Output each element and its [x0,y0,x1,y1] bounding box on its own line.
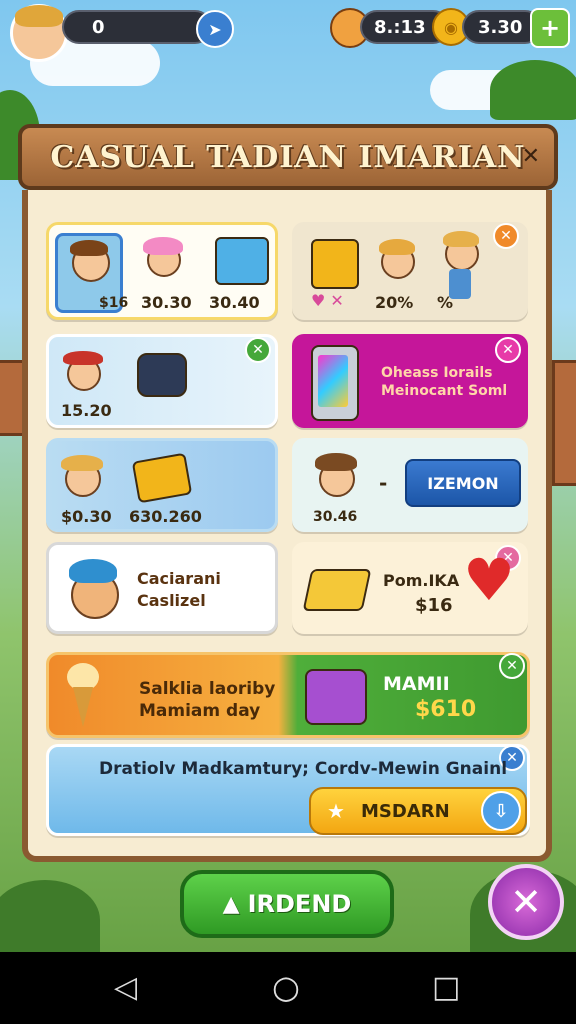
plus-icon: + [539,14,561,42]
nav-home-icon[interactable]: ○ [272,968,300,1006]
offer-label: $0.30 [61,507,112,526]
main-action-button[interactable]: ▲ IRDEND [180,870,394,938]
separator-dash: - [379,471,388,495]
character-hair [443,231,479,247]
android-nav-bar: ◁ ○ □ [0,952,576,1024]
offer-card-gold-box[interactable]: $0.30 630.260 [46,438,278,532]
arrow-down-icon: ⇩ [481,791,521,831]
character-hair [379,239,415,255]
timer-value: 8.:13 [374,16,426,38]
chest-offer-title: MAMII [383,673,450,695]
close-button[interactable]: ✕ [488,864,564,940]
house [552,360,576,486]
golden-chest-icon [311,239,359,289]
promo-text: Dratiolv Madkamtury; Cordv-Mewin Gnainl [99,759,508,779]
offer-card-daily[interactable]: ✕ Salklia laoriby Mamiam day MAMII $610 [46,652,530,738]
blonde-girl-character [377,237,417,291]
backpack-icon [137,353,187,397]
gold-offer-price: $16 [415,595,453,616]
offer-card-madkamtury[interactable]: ✕ Dratiolv Madkamtury; Cordv-Mewin Gnain… [46,744,530,836]
gold-offer-text-line1: Pom.IKA [383,571,460,590]
coins-value: 3.30 [478,16,523,38]
offer-label: 30.30 [141,293,192,312]
close-icon[interactable]: ✕ [245,337,271,363]
offer-card-phone[interactable]: ✕ Oheass Iorails Meinocant Soml [292,334,528,428]
purple-chest-icon [305,669,367,725]
character-hair [315,453,357,471]
mascot-offer-text-line1: Caciarani [137,569,221,588]
player-avatar[interactable] [10,4,68,62]
close-icon[interactable]: ✕ [493,223,519,249]
close-icon[interactable]: ✕ [495,337,521,363]
heart-icons: ♥ ✕ [311,291,344,310]
offer-label: 20% [375,293,414,312]
green-hair-character [311,451,359,503]
avatar-hair [15,5,63,27]
pink-hair-character [143,237,183,277]
star-icon: ★ [327,799,345,823]
offer-card-mascot[interactable]: Caciarani Caslizel [46,542,278,634]
redeem-button[interactable]: IZEMON [405,459,521,507]
character-hair [143,237,183,255]
close-icon: ✕ [510,880,542,924]
panel-close-icon[interactable]: ✕ [522,144,540,169]
offer-card-gold-heart[interactable]: ✕ Pom.IKA $16 ♥ [292,542,528,634]
level-counter: 0 [62,10,212,44]
blue-machine-icon [215,237,269,285]
character-hair [70,240,108,256]
offer-card-redeem[interactable]: 30.46 - IZEMON [292,438,528,532]
palm-leaves [490,60,576,120]
panel-title: CASUAL TADIAN IMARIAN [50,139,526,175]
daily-offer-text-line2: Mamiam day [139,701,261,721]
redeem-button-label: IZEMON [427,473,499,493]
ice-cream-cone [73,687,93,727]
bag-icon: ▲ [222,891,240,917]
phone-screen [318,355,348,407]
character-hair [61,455,103,471]
ice-cream-icon [63,663,103,729]
phone-icon [311,345,359,421]
heart-icon: ♥ [463,546,515,614]
bush [0,880,100,960]
character-cap [63,351,103,365]
offer-card-backpack[interactable]: ✕ 15.20 [46,334,278,428]
offer-card-bundle[interactable]: ✕ ♥ ✕ 20% % [292,222,528,320]
gold-box-icon [131,452,193,504]
phone-offer-text-line2: Meinocant Soml [381,383,508,399]
offer-label: 630.260 [129,507,202,526]
add-coins-button[interactable]: + [530,8,570,48]
offer-label: 30.40 [209,293,260,312]
offer-label: % [437,293,454,312]
offer-card-characters[interactable]: $16 30.30 30.40 [46,222,278,320]
offer-label: 30.46 [313,509,358,525]
chest-offer-price: $610 [415,697,477,722]
msdarn-button-label: MSDARN [361,800,450,822]
offer-label: $16 [99,295,129,311]
close-icon[interactable]: ✕ [499,653,525,679]
nav-back-icon[interactable]: ◁ [114,970,137,1005]
mascot-character [61,555,125,621]
level-value: 0 [92,16,105,38]
red-cap-character [61,347,105,401]
offer-label: 15.20 [61,401,112,420]
blonde-character [59,451,105,503]
share-icon[interactable]: ➤ [196,10,234,48]
mascot-hat [69,559,117,583]
msdarn-button[interactable]: ★ MSDARN ⇩ [309,787,527,835]
main-action-button-label: IRDEND [247,890,352,918]
nav-recent-icon[interactable]: □ [432,970,460,1005]
panel-title-banner: CASUAL TADIAN IMARIAN ✕ [18,124,558,190]
daily-offer-text-line1: Salklia laoriby [139,679,276,699]
gold-bar-icon [302,569,372,611]
mascot-offer-text-line2: Caslizel [137,591,206,610]
phone-offer-text-line1: Oheass Iorails [381,365,493,381]
